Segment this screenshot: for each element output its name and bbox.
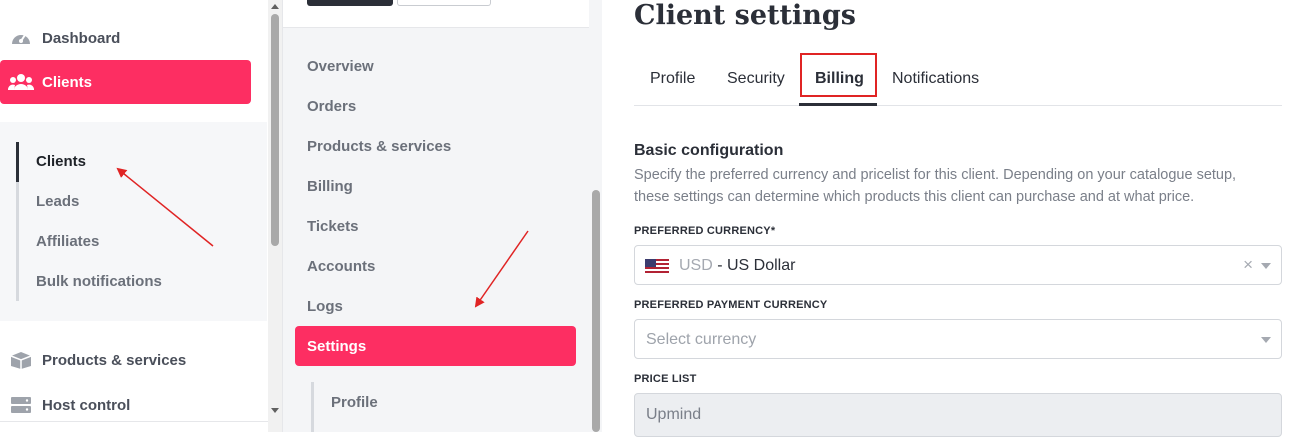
client-nav-products-services[interactable]: Products & services [307,138,451,155]
clear-icon[interactable]: × [1243,255,1253,275]
tab-notifications[interactable]: Notifications [892,70,979,88]
price-list-label: PRICE LIST [634,373,697,385]
client-nav-accounts[interactable]: Accounts [307,258,375,275]
section-title: Basic configuration [634,142,784,159]
sidebar-divider [0,421,268,422]
box-icon [0,351,42,369]
submenu-item-leads[interactable]: Leads [36,193,79,210]
sidebar-item-label: Host control [42,396,131,414]
submenu-item-clients[interactable]: Clients [36,153,86,170]
client-nav-divider [283,27,589,28]
price-list-value: Upmind [646,406,702,423]
select-placeholder: Select currency [646,331,757,348]
submenu-item-affiliates[interactable]: Affiliates [36,233,99,250]
chevron-down-icon[interactable] [1261,263,1271,269]
sidebar-item-label: Dashboard [42,29,121,47]
annotation-highlight-box [800,53,877,97]
main-sidebar: Dashboard Clients Clients Leads Affiliat… [0,0,282,432]
client-nav-settings[interactable]: Settings [295,326,576,366]
submenu-item-bulk-notifications[interactable]: Bulk notifications [36,273,162,290]
settings-tabs: Profile Security Billing Notifications [634,53,1282,106]
header-action-button[interactable] [307,0,393,6]
scroll-up-icon[interactable] [271,4,279,9]
clients-submenu [0,122,267,321]
settings-submenu-profile[interactable]: Profile [331,394,378,411]
us-flag-icon [645,259,669,273]
sidebar-item-clients[interactable]: Clients [0,60,251,104]
active-tab-indicator [799,103,877,106]
tab-security[interactable]: Security [727,70,785,88]
client-header-strip [283,0,589,27]
client-nav-settings-label: Settings [307,338,367,355]
price-list-field: Upmind [634,393,1282,437]
client-nav-tickets[interactable]: Tickets [307,218,358,235]
tab-profile[interactable]: Profile [650,70,695,88]
preferred-currency-select[interactable]: USD - US Dollar × [634,245,1282,285]
settings-panel: Client settings Profile Security Billing… [602,0,1312,437]
header-secondary-button[interactable] [397,0,491,6]
speedometer-icon [0,29,42,47]
scroll-down-icon[interactable] [271,408,279,413]
preferred-payment-currency-label: PREFERRED PAYMENT CURRENCY [634,299,828,311]
sidebar-item-products-services[interactable]: Products & services [0,338,251,382]
users-icon [0,73,42,91]
settings-submenu-track [311,382,314,432]
submenu-active-indicator [16,142,19,182]
sidebar-item-dashboard[interactable]: Dashboard [0,16,251,60]
currency-name: - US Dollar [712,257,796,274]
selected-currency: USD - US Dollar [679,257,795,275]
currency-code: USD [679,257,713,274]
page-title: Client settings [634,0,856,31]
server-icon [0,396,42,414]
sidebar-scrollbar-thumb[interactable] [271,14,279,246]
chevron-down-icon[interactable] [1261,337,1271,343]
section-description: Specify the preferred currency and price… [634,167,1237,205]
client-nav: Overview Orders Products & services Bill… [282,0,603,432]
client-nav-logs[interactable]: Logs [307,298,343,315]
client-nav-billing[interactable]: Billing [307,178,353,195]
sidebar-item-label: Clients [42,73,93,91]
client-nav-orders[interactable]: Orders [307,98,356,115]
sidebar-item-label: Products & services [42,351,187,369]
client-nav-overview[interactable]: Overview [307,58,374,75]
preferred-currency-label: PREFERRED CURRENCY* [634,225,776,237]
client-nav-scrollbar-thumb[interactable] [592,190,600,432]
preferred-payment-currency-select[interactable]: Select currency [634,319,1282,359]
